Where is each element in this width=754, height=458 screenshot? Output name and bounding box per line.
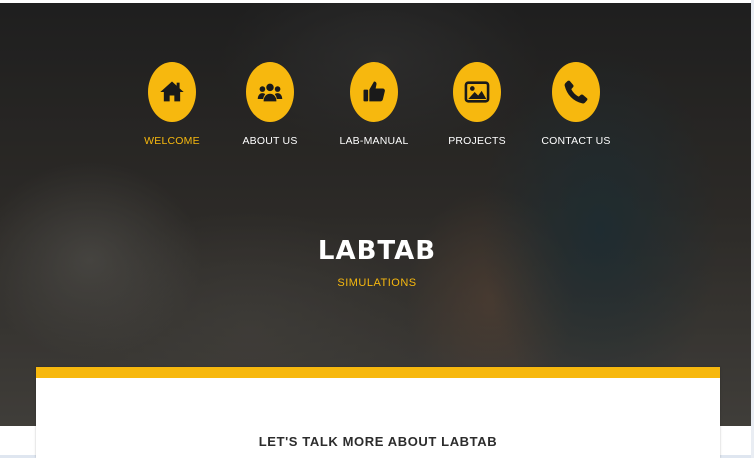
nav-item-about-us[interactable]: ABOUT US bbox=[210, 62, 330, 147]
nav-label-lab-manual[interactable]: LAB-MANUAL bbox=[314, 135, 434, 147]
nav-item-contact-us[interactable]: CONTACT US bbox=[516, 62, 636, 147]
nav-label-contact-us[interactable]: CONTACT US bbox=[516, 135, 636, 147]
image-icon[interactable] bbox=[453, 62, 501, 122]
top-edge bbox=[0, 0, 754, 3]
hero-subtitle: SIMULATIONS bbox=[337, 277, 417, 289]
about-panel: LET'S TALK MORE ABOUT LABTAB bbox=[36, 367, 720, 458]
phone-icon[interactable] bbox=[552, 62, 600, 122]
hero-title: LABTAB bbox=[317, 236, 437, 266]
thumbs-up-icon[interactable] bbox=[350, 62, 398, 122]
section-heading: LET'S TALK MORE ABOUT LABTAB bbox=[258, 434, 498, 449]
users-icon[interactable] bbox=[246, 62, 294, 122]
main-nav: WELCOME ABOUT US LAB-MANUAL PROJECTS CON… bbox=[0, 62, 754, 152]
nav-item-lab-manual[interactable]: LAB-MANUAL bbox=[314, 62, 434, 147]
nav-label-about-us[interactable]: ABOUT US bbox=[210, 135, 330, 147]
home-icon[interactable] bbox=[148, 62, 196, 122]
